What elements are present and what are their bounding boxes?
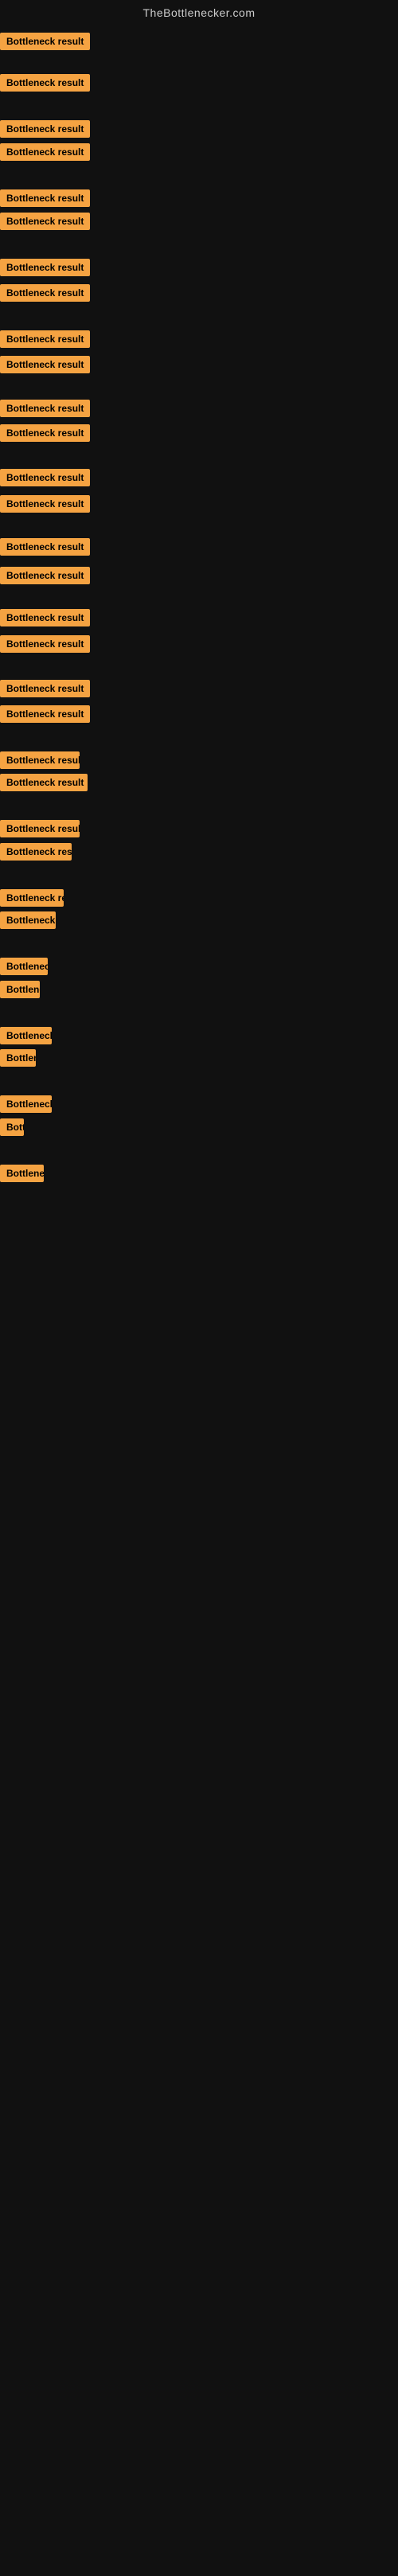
bottleneck-badge-27: Bottleneck result: [0, 958, 48, 979]
bottleneck-badge-label-16: Bottleneck result: [0, 567, 90, 584]
site-title: TheBottlenecker.com: [0, 0, 398, 29]
bottleneck-badge-label-33: Bottleneck result: [0, 1165, 44, 1182]
bottleneck-badge-18: Bottleneck result: [0, 635, 90, 657]
bottleneck-badge-label-4: Bottleneck result: [0, 143, 90, 161]
bottleneck-badge-16: Bottleneck result: [0, 567, 90, 588]
bottleneck-badge-label-13: Bottleneck result: [0, 469, 90, 486]
bottleneck-badge-32: Bottleneck result: [0, 1118, 24, 1140]
bottleneck-badge-33: Bottleneck result: [0, 1165, 44, 1186]
bottleneck-badge-3: Bottleneck result: [0, 120, 90, 142]
bottleneck-badge-label-24: Bottleneck result: [0, 843, 72, 861]
bottleneck-badge-label-21: Bottleneck result: [0, 751, 80, 769]
bottleneck-badge-13: Bottleneck result: [0, 469, 90, 490]
bottleneck-badge-25: Bottleneck result: [0, 889, 64, 911]
bottleneck-badge-21: Bottleneck result: [0, 751, 80, 773]
bottleneck-badge-label-7: Bottleneck result: [0, 259, 90, 276]
bottleneck-badge-label-8: Bottleneck result: [0, 284, 90, 302]
bottleneck-badge-label-15: Bottleneck result: [0, 538, 90, 556]
bottleneck-badge-30: Bottleneck result: [0, 1049, 36, 1071]
bottleneck-badge-label-31: Bottleneck result: [0, 1095, 52, 1113]
bottleneck-badge-label-1: Bottleneck result: [0, 33, 90, 50]
bottleneck-badge-26: Bottleneck result: [0, 911, 56, 933]
bottleneck-badge-label-14: Bottleneck result: [0, 495, 90, 513]
bottleneck-badge-label-30: Bottleneck result: [0, 1049, 36, 1067]
bottleneck-badge-15: Bottleneck result: [0, 538, 90, 560]
bottleneck-badge-label-27: Bottleneck result: [0, 958, 48, 975]
bottleneck-badge-29: Bottleneck result: [0, 1027, 52, 1048]
bottleneck-badge-label-20: Bottleneck result: [0, 705, 90, 723]
bottleneck-badge-24: Bottleneck result: [0, 843, 72, 865]
bottleneck-badge-2: Bottleneck result: [0, 74, 90, 96]
bottleneck-badge-label-23: Bottleneck result: [0, 820, 80, 837]
bottleneck-badge-label-25: Bottleneck result: [0, 889, 64, 907]
bottleneck-badge-label-17: Bottleneck result: [0, 609, 90, 626]
bottleneck-badge-11: Bottleneck result: [0, 400, 90, 421]
bottleneck-badge-label-28: Bottleneck result: [0, 981, 40, 998]
bottleneck-badge-label-12: Bottleneck result: [0, 424, 90, 442]
bottleneck-badge-label-32: Bottleneck result: [0, 1118, 24, 1136]
bottleneck-badge-label-18: Bottleneck result: [0, 635, 90, 653]
bottleneck-badge-31: Bottleneck result: [0, 1095, 52, 1117]
bottleneck-badge-label-3: Bottleneck result: [0, 120, 90, 138]
bottleneck-badge-label-9: Bottleneck result: [0, 330, 90, 348]
bottleneck-badge-label-19: Bottleneck result: [0, 680, 90, 697]
bottleneck-badge-label-22: Bottleneck result: [0, 774, 88, 791]
bottleneck-badge-label-26: Bottleneck result: [0, 911, 56, 929]
bottleneck-badge-8: Bottleneck result: [0, 284, 90, 306]
bottleneck-badge-label-5: Bottleneck result: [0, 189, 90, 207]
bottleneck-badge-5: Bottleneck result: [0, 189, 90, 211]
bottleneck-badge-label-2: Bottleneck result: [0, 74, 90, 92]
bottleneck-badge-6: Bottleneck result: [0, 213, 90, 234]
bottleneck-badge-label-10: Bottleneck result: [0, 356, 90, 373]
bottleneck-badge-17: Bottleneck result: [0, 609, 90, 630]
bottleneck-badge-label-29: Bottleneck result: [0, 1027, 52, 1044]
bottleneck-badge-label-11: Bottleneck result: [0, 400, 90, 417]
bottleneck-badge-12: Bottleneck result: [0, 424, 90, 446]
bottleneck-badge-label-6: Bottleneck result: [0, 213, 90, 230]
bottleneck-badge-23: Bottleneck result: [0, 820, 80, 841]
bottleneck-badge-14: Bottleneck result: [0, 495, 90, 517]
bottleneck-badge-4: Bottleneck result: [0, 143, 90, 165]
bottleneck-badge-19: Bottleneck result: [0, 680, 90, 701]
bottleneck-badge-1: Bottleneck result: [0, 33, 90, 54]
bottleneck-badge-28: Bottleneck result: [0, 981, 40, 1002]
bottleneck-badge-10: Bottleneck result: [0, 356, 90, 377]
bottleneck-badge-20: Bottleneck result: [0, 705, 90, 727]
bottleneck-badge-22: Bottleneck result: [0, 774, 88, 795]
bottleneck-badge-9: Bottleneck result: [0, 330, 90, 352]
bottleneck-badge-7: Bottleneck result: [0, 259, 90, 280]
